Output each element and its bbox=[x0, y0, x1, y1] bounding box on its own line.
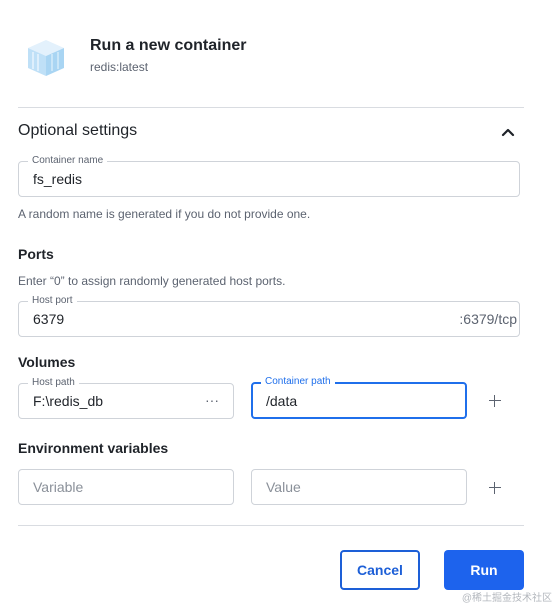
watermark: @稀土掘金技术社区 bbox=[461, 593, 552, 604]
add-env-icon[interactable] bbox=[488, 481, 502, 495]
container-name-field[interactable]: Container name bbox=[18, 154, 520, 197]
env-heading: Environment variables bbox=[18, 440, 169, 456]
container-path-input[interactable] bbox=[266, 384, 415, 417]
host-path-field[interactable]: Host path ··· bbox=[18, 376, 234, 419]
host-port-input[interactable] bbox=[33, 302, 383, 336]
host-path-input[interactable] bbox=[33, 384, 183, 418]
footer-divider bbox=[18, 525, 524, 526]
variable-input[interactable] bbox=[33, 470, 183, 504]
container-port: :6379/tcp bbox=[459, 311, 517, 327]
volumes-heading: Volumes bbox=[18, 354, 76, 370]
ports-heading: Ports bbox=[18, 246, 54, 262]
host-port-field[interactable]: Host port :6379/tcp bbox=[18, 294, 520, 337]
run-container-dialog: Run a new container redis:latest Optiona… bbox=[0, 0, 556, 608]
header-divider bbox=[18, 107, 524, 108]
container-name-input[interactable] bbox=[33, 162, 383, 196]
ports-helper: Enter “0” to assign randomly generated h… bbox=[18, 274, 286, 288]
container-icon bbox=[28, 40, 64, 76]
optional-settings-header[interactable]: Optional settings bbox=[18, 122, 524, 144]
browse-button[interactable]: ··· bbox=[205, 392, 219, 408]
value-field[interactable] bbox=[251, 469, 467, 505]
chevron-up-icon[interactable] bbox=[500, 124, 516, 140]
container-name-helper: A random name is generated if you do not… bbox=[18, 207, 311, 221]
variable-field[interactable] bbox=[18, 469, 234, 505]
run-button[interactable]: Run bbox=[444, 550, 524, 590]
dialog-title: Run a new container bbox=[90, 37, 247, 54]
value-input[interactable] bbox=[266, 470, 416, 504]
container-path-field[interactable]: Container path bbox=[251, 375, 467, 419]
image-name: redis:latest bbox=[90, 60, 149, 74]
add-volume-icon[interactable] bbox=[488, 394, 502, 408]
optional-settings-title: Optional settings bbox=[18, 122, 138, 139]
cancel-button[interactable]: Cancel bbox=[340, 550, 420, 590]
